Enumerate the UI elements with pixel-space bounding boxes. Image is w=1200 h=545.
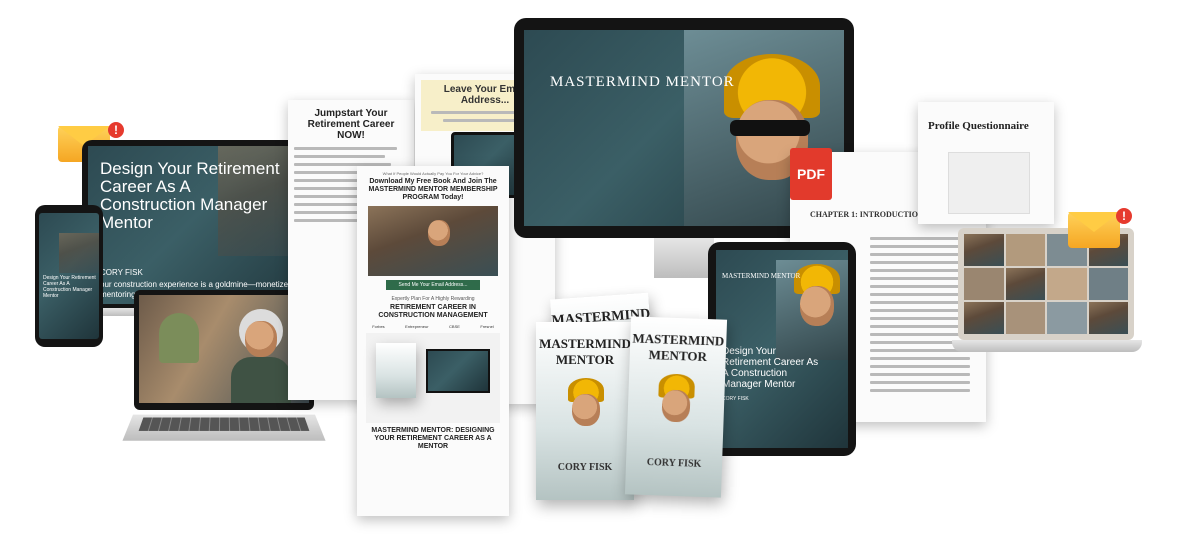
book-title-1: MASTERMIND — [536, 336, 634, 352]
book-title-2b: MENTOR — [630, 346, 726, 365]
phone-screen: Design Your Retirement Career As A Const… — [39, 213, 99, 339]
pdf-chapter-title: CHAPTER 1: INTRODUCTION — [810, 210, 924, 219]
questionnaire-title: Profile Questionnaire — [928, 120, 1029, 132]
pdf-icon: PDF — [790, 148, 832, 200]
logo-cbse: CBSE — [449, 324, 460, 329]
tablet-screen: MASTERMIND MENTOR Design Your Retirement… — [716, 250, 848, 448]
laptop-headline: Design Your Retirement Career As A Const… — [100, 160, 280, 232]
laptop-keyboard — [122, 415, 325, 441]
video-call-screen — [139, 295, 309, 403]
alert-badge-icon-right: ! — [1116, 208, 1132, 224]
sales-video[interactable] — [368, 206, 498, 276]
expert-line: Expertly Plan For A Highly Rewarding — [362, 296, 504, 302]
press-logos: Forbes Entrepreneur CBSE Fresnel — [362, 324, 504, 329]
expert-title: RETIREMENT CAREER IN CONSTRUCTION MANAGE… — [368, 304, 498, 320]
tablet-author: CORY FISK — [722, 396, 749, 402]
tablet-headline: Design Your Retirement Career As A Const… — [722, 346, 822, 390]
tablet-device: MASTERMIND MENTOR Design Your Retirement… — [708, 242, 856, 456]
sales-headline: Download My Free Book And Join The MASTE… — [366, 178, 500, 202]
book-front-right: MASTERMIND MENTOR CORY FISK — [625, 316, 727, 497]
sales-page: What If People Would Actually Pay You Fo… — [357, 166, 509, 516]
video-grid — [964, 234, 1128, 334]
laptop-video-grid — [952, 228, 1152, 358]
monitor-logo: MASTERMIND MENTOR — [550, 74, 735, 91]
monitor-stand — [654, 238, 714, 278]
alert-badge-icon: ! — [108, 122, 124, 138]
book-author-2: CORY FISK — [626, 456, 722, 470]
sales-cta-button[interactable]: Send Me Your Email Address... — [386, 280, 480, 290]
pdf-label: PDF — [797, 166, 825, 182]
tablet-logo: MASTERMIND MENTOR — [722, 272, 800, 280]
envelope-icon-right — [1068, 212, 1120, 248]
presenter-face — [245, 321, 277, 357]
book-title-2: MENTOR — [536, 352, 634, 368]
sales-top-line: What If People Would Actually Pay You Fo… — [362, 171, 504, 176]
phone-device: Design Your Retirement Career As A Const… — [35, 205, 103, 347]
jumpstart-title: Jumpstart Your Retirement Career NOW! — [302, 108, 400, 141]
sales-bottom-title: MASTERMIND MENTOR: DESIGNING YOUR RETIRE… — [366, 427, 500, 451]
logo-entrepreneur: Entrepreneur — [405, 324, 428, 329]
logo-forbes: Forbes — [372, 324, 384, 329]
phone-headline: Design Your Retirement Career As A Const… — [43, 275, 97, 299]
book-title-1b: MASTERMIND — [630, 330, 726, 349]
logo-fresnel: Fresnel — [480, 324, 493, 329]
laptop-author: CORY FISK — [100, 268, 143, 277]
questionnaire-page: Profile Questionnaire — [918, 102, 1054, 224]
book-front-left: MASTERMIND MENTOR CORY FISK — [536, 322, 634, 500]
book-author-1: CORY FISK — [536, 462, 634, 473]
